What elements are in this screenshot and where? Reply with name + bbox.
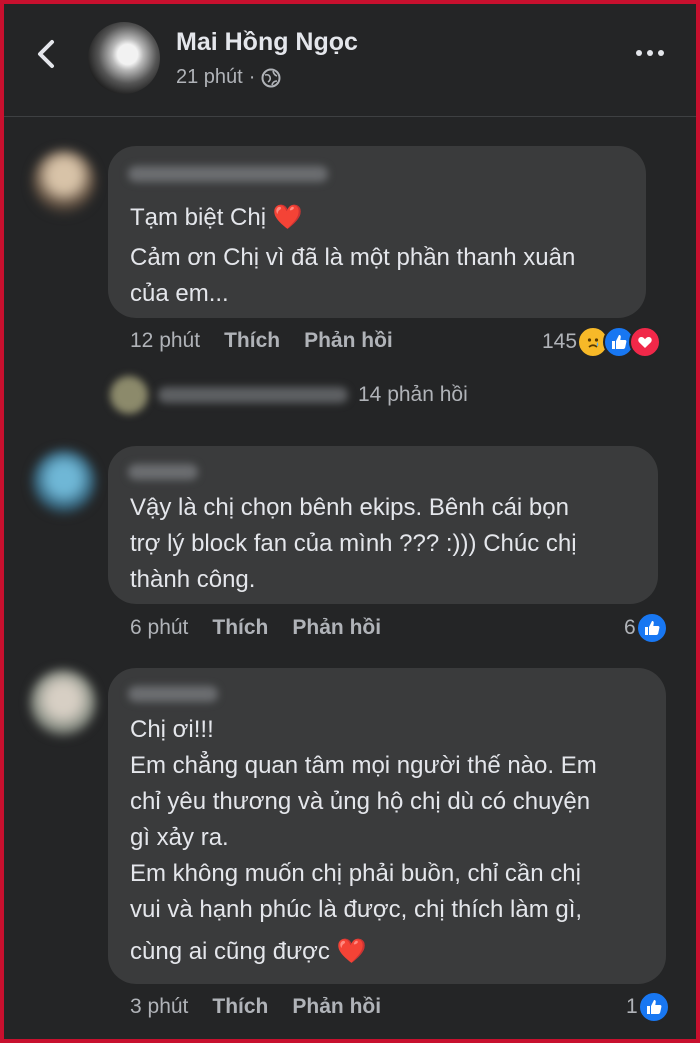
comment-text: Tạm biệt Chị ❤️ Cảm ơn Chị vì đã là một …: [130, 204, 576, 307]
reaction-count: 1: [626, 995, 638, 1018]
comment-actions: 3 phút Thích Phản hồi: [130, 995, 381, 1019]
replies-count: 14 phản hồi: [358, 383, 468, 406]
reply-button[interactable]: Phản hồi: [304, 329, 393, 353]
comment-bubble[interactable]: Tạm biệt Chị ❤️ Cảm ơn Chị vì đã là một …: [108, 146, 646, 318]
reply-avatar: [110, 376, 148, 414]
comment-time: 6 phút: [130, 616, 189, 639]
comment-bubble[interactable]: Vậy là chị chọn bênh ekips. Bênh cái bọn…: [108, 446, 658, 604]
comment-time: 12 phút: [130, 329, 201, 352]
comment-text: Vậy là chị chọn bênh ekips. Bênh cái bọn…: [130, 494, 577, 593]
commenter-name-blurred: [128, 166, 328, 182]
commenter-name-blurred: [128, 686, 218, 702]
reaction-count: 145: [542, 330, 578, 353]
globe-icon: [261, 68, 281, 87]
more-dots-icon[interactable]: [636, 50, 664, 56]
view-replies[interactable]: 14 phản hồi: [110, 376, 468, 414]
commenter-avatar[interactable]: [30, 670, 96, 736]
meta-separator: ·: [248, 66, 256, 88]
like-button[interactable]: Thích: [224, 329, 280, 353]
reaction-summary[interactable]: 145: [542, 326, 662, 358]
heart-emoji-icon: ❤️: [272, 204, 303, 231]
post-header: Mai Hồng Ngọc 21 phút ·: [0, 0, 700, 117]
post-time: 21 phút: [176, 66, 243, 88]
comment-time: 3 phút: [130, 995, 189, 1018]
back-arrow-icon[interactable]: [30, 34, 64, 74]
comment-actions: 6 phút Thích Phản hồi: [130, 616, 381, 640]
comment-bubble[interactable]: Chị ơi!!! Em chẳng quan tâm mọi người th…: [108, 668, 666, 984]
like-icon: [637, 991, 670, 1023]
reply-author-blurred: [158, 387, 348, 403]
heart-emoji-icon: ❤️: [336, 938, 367, 965]
reaction-count: 6: [624, 616, 636, 639]
like-button[interactable]: Thích: [212, 616, 268, 640]
commenter-name-blurred: [128, 464, 198, 480]
post-meta: 21 phút ·: [176, 66, 281, 89]
reaction-summary[interactable]: 1: [626, 991, 670, 1023]
reply-button[interactable]: Phản hồi: [292, 995, 381, 1019]
love-icon: [629, 326, 662, 358]
like-button[interactable]: Thích: [212, 995, 268, 1019]
author-avatar[interactable]: [88, 22, 160, 94]
author-name[interactable]: Mai Hồng Ngọc: [176, 28, 358, 57]
commenter-avatar[interactable]: [32, 150, 96, 214]
reaction-summary[interactable]: 6: [624, 612, 668, 644]
comment-actions: 12 phút Thích Phản hồi: [130, 329, 393, 353]
commenter-avatar[interactable]: [32, 450, 96, 514]
reply-button[interactable]: Phản hồi: [292, 616, 381, 640]
like-icon: [635, 612, 668, 644]
comment-text: Chị ơi!!! Em chẳng quan tâm mọi người th…: [130, 716, 597, 965]
